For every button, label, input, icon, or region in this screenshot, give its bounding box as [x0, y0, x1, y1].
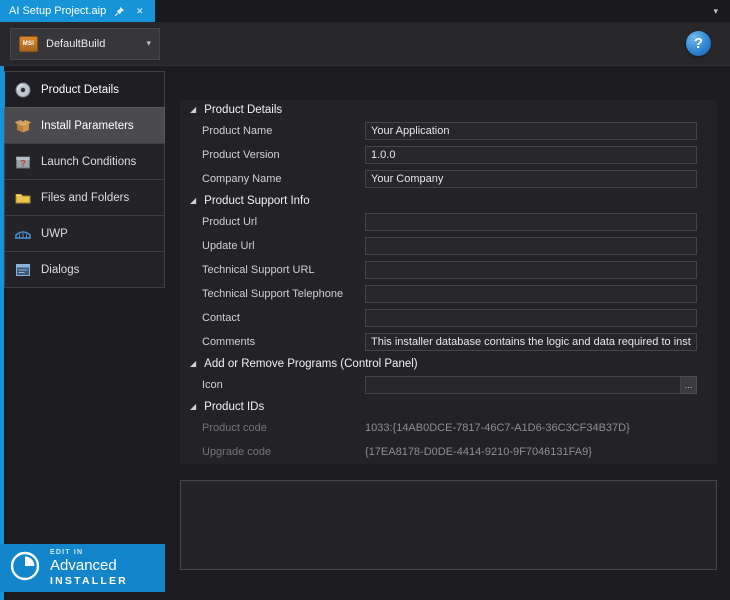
property-row: Icon ...	[180, 373, 717, 397]
product-code-value: 1033:{14AB0DCE-7817-46C7-A1D6-36C3CF34B3…	[365, 422, 630, 434]
property-grid: ◢ Product Details Product Name Product V…	[180, 100, 717, 464]
sidebar-item-label: Files and Folders	[41, 192, 129, 204]
section-title: Product Support Info	[204, 195, 309, 207]
collapse-expander-icon[interactable]: ◢	[190, 403, 196, 411]
technical-support-telephone-input[interactable]	[365, 285, 697, 303]
property-label: Technical Support URL	[202, 264, 365, 276]
property-label: Update Url	[202, 240, 365, 252]
close-icon[interactable]: ✕	[133, 5, 146, 18]
bridge-icon	[14, 225, 32, 243]
sidebar-item-label: Product Details	[41, 84, 119, 96]
document-tab-bar: AI Setup Project.aip ✕ ▾	[0, 0, 730, 22]
sidebar-item-dialogs[interactable]: Dialogs	[4, 251, 165, 288]
tab-bar-spacer	[155, 0, 701, 22]
question-box-icon: ?	[14, 153, 32, 171]
property-row: Product Name	[180, 119, 717, 143]
technical-support-url-input[interactable]	[365, 261, 697, 279]
sidebar-item-label: Install Parameters	[41, 120, 134, 132]
property-row: Upgrade code {17EA8178-D0DE-4414-9210-9F…	[180, 440, 717, 464]
sidebar-item-launch-conditions[interactable]: ? Launch Conditions	[4, 143, 165, 180]
document-tab-title: AI Setup Project.aip	[9, 5, 106, 17]
collapse-expander-icon[interactable]: ◢	[190, 197, 196, 205]
window-icon	[14, 261, 32, 279]
banner-brand-line1: Advanced	[50, 557, 128, 574]
property-label: Upgrade code	[202, 446, 365, 458]
sidebar-item-install-parameters[interactable]: Install Parameters	[4, 107, 165, 144]
browse-icon-button[interactable]: ...	[681, 376, 697, 394]
banner-text: EDIT IN Advanced INSTALLER	[50, 549, 128, 586]
pin-icon-svg	[114, 6, 125, 17]
property-label: Comments	[202, 336, 365, 348]
package-box-icon	[14, 117, 32, 135]
section-title: Product IDs	[204, 401, 264, 413]
property-row: Comments	[180, 330, 717, 354]
contact-input[interactable]	[365, 309, 697, 327]
pin-icon[interactable]	[113, 5, 126, 18]
disc-icon	[14, 81, 32, 99]
collapse-expander-icon[interactable]: ◢	[190, 106, 196, 114]
section-title: Product Details	[204, 104, 282, 116]
collapse-expander-icon[interactable]: ◢	[190, 360, 196, 368]
property-row: Product Version	[180, 143, 717, 167]
property-row: Update Url	[180, 234, 717, 258]
advanced-installer-logo-icon	[9, 550, 41, 587]
property-row: Product code 1033:{14AB0DCE-7817-46C7-A1…	[180, 416, 717, 440]
property-label: Company Name	[202, 173, 365, 185]
product-name-input[interactable]	[365, 122, 697, 140]
chevron-down-icon: ▾	[146, 38, 151, 49]
company-name-input[interactable]	[365, 170, 697, 188]
product-details-page: ◢ Product Details Product Name Product V…	[165, 66, 730, 600]
section-header-product-support-info: ◢ Product Support Info	[180, 191, 717, 210]
property-row: Company Name	[180, 167, 717, 191]
product-url-input[interactable]	[365, 213, 697, 231]
property-row: Technical Support Telephone	[180, 282, 717, 306]
icon-input[interactable]	[365, 376, 681, 394]
property-label: Technical Support Telephone	[202, 288, 365, 300]
window-menu-caret-icon[interactable]: ▾	[701, 0, 730, 22]
build-configuration-label: DefaultBuild	[46, 38, 105, 50]
help-button[interactable]: ?	[686, 31, 711, 56]
property-row: Product Url	[180, 210, 717, 234]
sidebar-item-label: UWP	[41, 228, 68, 240]
property-label: Product Name	[202, 125, 365, 137]
document-tab[interactable]: AI Setup Project.aip ✕	[0, 0, 155, 22]
build-configuration-dropdown[interactable]: MSI DefaultBuild ▾	[10, 28, 160, 60]
folder-icon	[14, 189, 32, 207]
sidebar-item-product-details[interactable]: Product Details	[4, 71, 165, 108]
comments-input[interactable]	[365, 333, 697, 351]
upgrade-code-value: {17EA8178-D0DE-4414-9210-9F7046131FA9}	[365, 446, 592, 458]
svg-text:?: ?	[20, 158, 26, 168]
project-toolbar: MSI DefaultBuild ▾ ?	[0, 22, 730, 66]
msi-package-icon: MSI	[19, 36, 38, 52]
section-header-add-remove-programs: ◢ Add or Remove Programs (Control Panel)	[180, 354, 717, 373]
banner-brand-line2: INSTALLER	[50, 575, 128, 587]
sidebar-accent-strip	[0, 66, 4, 600]
banner-eyebrow: EDIT IN	[50, 549, 128, 557]
sidebar-item-uwp[interactable]: UWP	[4, 215, 165, 252]
section-title: Add or Remove Programs (Control Panel)	[204, 358, 417, 370]
property-row: Technical Support URL	[180, 258, 717, 282]
sidebar-item-files-and-folders[interactable]: Files and Folders	[4, 179, 165, 216]
content-area: Product Details Install Parameters	[0, 66, 730, 600]
property-label: Product Url	[202, 216, 365, 228]
property-label: Contact	[202, 312, 365, 324]
property-row: Contact	[180, 306, 717, 330]
sidebar-item-label: Dialogs	[41, 264, 79, 276]
advanced-installer-editor-window: AI Setup Project.aip ✕ ▾ MSI DefaultBuil…	[0, 0, 730, 600]
section-header-product-ids: ◢ Product IDs	[180, 397, 717, 416]
edit-in-advanced-installer-banner[interactable]: EDIT IN Advanced INSTALLER	[0, 544, 165, 592]
property-label: Icon	[202, 379, 365, 391]
property-description-panel	[180, 480, 717, 570]
property-label: Product Version	[202, 149, 365, 161]
update-url-input[interactable]	[365, 237, 697, 255]
pages-sidebar: Product Details Install Parameters	[0, 66, 165, 600]
product-version-input[interactable]	[365, 146, 697, 164]
sidebar-item-label: Launch Conditions	[41, 156, 136, 168]
section-header-product-details: ◢ Product Details	[180, 100, 717, 119]
property-label: Product code	[202, 422, 365, 434]
